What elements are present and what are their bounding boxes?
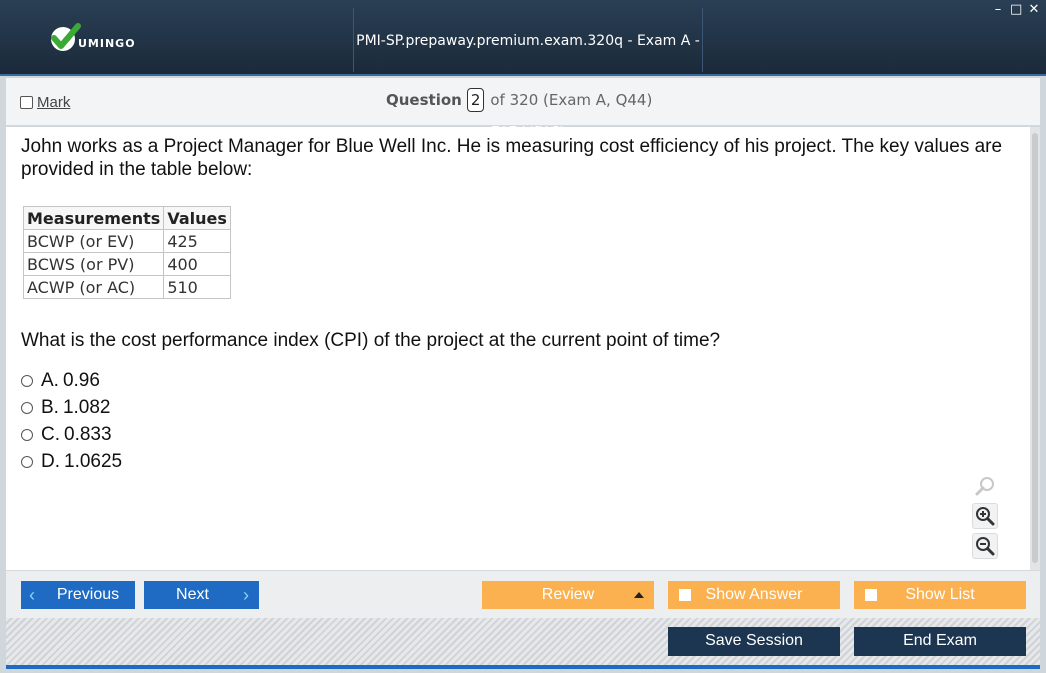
table-cell: 425 bbox=[163, 229, 231, 253]
table-header: Measurements bbox=[22, 206, 165, 230]
answer-options: A. 0.96 B. 1.082 C. 0.833 D. 1.0625 bbox=[21, 367, 122, 475]
table-row: ACWP (or AC) 510 bbox=[22, 275, 231, 299]
mark-label: Mark bbox=[37, 94, 71, 111]
checkbox-icon[interactable] bbox=[20, 96, 33, 109]
footer-area: Save Session End Exam bbox=[6, 618, 1040, 665]
table-row: BCWP (or EV) 425 bbox=[22, 229, 231, 253]
table-cell: 400 bbox=[163, 252, 231, 276]
zoom-tools bbox=[972, 473, 998, 559]
question-prompt: What is the cost performance index (CPI)… bbox=[21, 330, 721, 351]
table-cell: BCWS (or PV) bbox=[22, 252, 165, 276]
table-header-row: Measurements Values bbox=[22, 206, 231, 230]
checkbox-icon[interactable] bbox=[679, 589, 691, 601]
table-header: Values bbox=[163, 206, 231, 230]
review-label: Review bbox=[541, 586, 595, 603]
logo-text: UMINGO bbox=[78, 36, 136, 50]
chevron-left-icon: ‹ bbox=[29, 585, 35, 605]
footer-accent-line bbox=[6, 665, 1040, 669]
question-count: of 320 (Exam A, Q44) bbox=[490, 91, 653, 109]
question-text: John works as a Project Manager for Blue… bbox=[21, 136, 1003, 180]
end-exam-button[interactable]: End Exam bbox=[854, 627, 1026, 656]
zoom-out-icon[interactable] bbox=[972, 533, 998, 559]
chevron-right-icon: › bbox=[243, 585, 249, 605]
radio-icon[interactable] bbox=[21, 455, 33, 468]
maximize-button[interactable]: □ bbox=[1010, 3, 1022, 16]
table-cell: BCWP (or EV) bbox=[22, 229, 165, 253]
values-table: Measurements Values BCWP (or EV) 425 BCW… bbox=[22, 206, 231, 299]
zoom-in-icon[interactable] bbox=[972, 503, 998, 529]
table-row: BCWS (or PV) 400 bbox=[22, 252, 231, 276]
review-button[interactable]: Review bbox=[482, 581, 654, 609]
minimize-button[interactable]: – bbox=[992, 3, 1004, 16]
app-logo: UMINGO bbox=[48, 22, 136, 54]
previous-button[interactable]: ‹ Previous bbox=[21, 581, 135, 609]
question-indicator: Question 2 of 320 (Exam A, Q44) bbox=[386, 88, 652, 112]
question-content: John works as a Project Manager for Blue… bbox=[6, 127, 1040, 570]
show-answer-button[interactable]: Show Answer bbox=[668, 581, 840, 609]
option-letter: C. bbox=[41, 423, 60, 445]
save-session-button[interactable]: Save Session bbox=[668, 627, 840, 656]
answer-option-a[interactable]: A. 0.96 bbox=[21, 367, 122, 394]
magnifier-icon[interactable] bbox=[972, 473, 998, 499]
caret-up-icon bbox=[634, 592, 644, 598]
window-title: PMI-SP.prepaway.premium.exam.320q - Exam… bbox=[356, 33, 700, 131]
question-header: Mark Question 2 of 320 (Exam A, Q44) bbox=[6, 78, 1040, 126]
option-text: 0.833 bbox=[64, 423, 112, 445]
option-letter: B. bbox=[41, 396, 59, 418]
check-logo-icon bbox=[51, 23, 81, 51]
question-label: Question bbox=[386, 91, 462, 109]
answer-option-b[interactable]: B. 1.082 bbox=[21, 394, 122, 421]
show-list-label: Show List bbox=[905, 586, 975, 603]
title-divider bbox=[702, 8, 703, 72]
table-cell: ACWP (or AC) bbox=[22, 275, 165, 299]
table-cell: 510 bbox=[163, 275, 231, 299]
option-text: 1.0625 bbox=[64, 450, 123, 472]
show-list-button[interactable]: Show List bbox=[854, 581, 1026, 609]
mark-checkbox[interactable]: Mark bbox=[20, 94, 70, 111]
scroll-thumb[interactable] bbox=[1032, 133, 1038, 563]
next-button[interactable]: Next › bbox=[144, 581, 259, 609]
answer-option-d[interactable]: D. 1.0625 bbox=[21, 448, 122, 475]
close-button[interactable]: ✕ bbox=[1028, 3, 1040, 16]
title-bar: UMINGO PMI-SP.prepaway.premium.exam.320q… bbox=[0, 0, 1046, 131]
checkbox-icon[interactable] bbox=[865, 589, 877, 601]
window-controls: – □ ✕ bbox=[992, 3, 1040, 16]
radio-icon[interactable] bbox=[21, 401, 33, 414]
next-label: Next bbox=[176, 586, 209, 603]
show-answer-label: Show Answer bbox=[705, 586, 803, 603]
question-number-input[interactable]: 2 bbox=[466, 88, 485, 112]
option-text: 0.96 bbox=[62, 369, 100, 391]
radio-icon[interactable] bbox=[21, 428, 33, 441]
answer-option-c[interactable]: C. 0.833 bbox=[21, 421, 122, 448]
option-letter: A. bbox=[41, 369, 59, 391]
radio-icon[interactable] bbox=[21, 374, 33, 387]
option-letter: D. bbox=[41, 450, 60, 472]
scrollbar[interactable] bbox=[1030, 127, 1040, 570]
navigation-bar: ‹ Previous Next › Review Show Answer Sho… bbox=[6, 570, 1040, 618]
previous-label: Previous bbox=[56, 586, 120, 603]
option-text: 1.082 bbox=[62, 396, 111, 418]
